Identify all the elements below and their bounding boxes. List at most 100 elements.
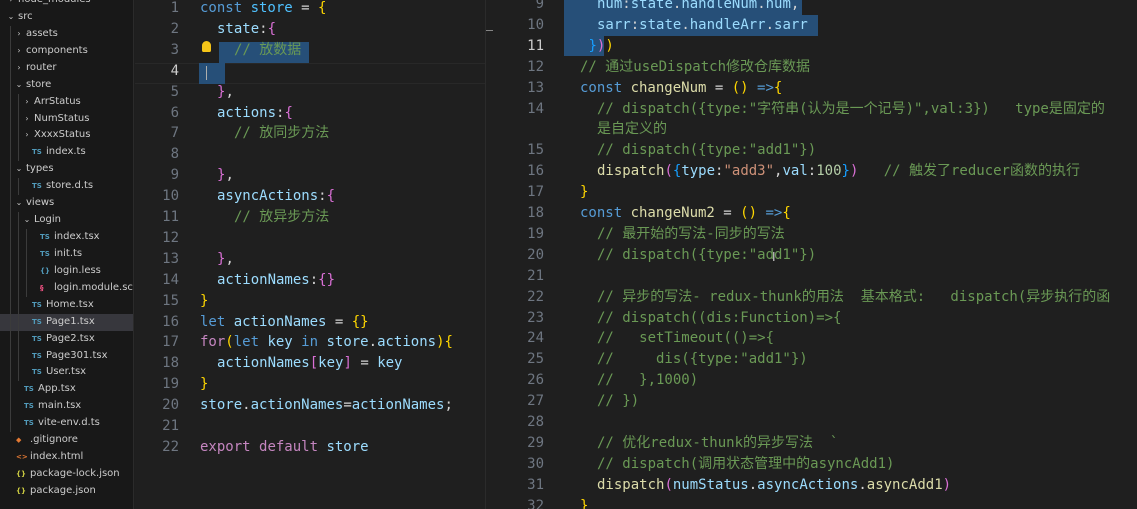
code-line[interactable]: 19// 最开始的写法-同步的写法 <box>486 224 1137 245</box>
explorer-folder[interactable]: ⌄types <box>0 161 133 178</box>
code-line[interactable]: 13}, <box>135 249 485 270</box>
code-line[interactable]: 28 <box>486 412 1137 433</box>
explorer-folder[interactable]: ⌄views <box>0 195 133 212</box>
code-line[interactable]: 18const changeNum2 = () =>{ <box>486 203 1137 224</box>
explorer-folder[interactable]: ⌄Login <box>0 212 133 229</box>
chevron-down-icon[interactable]: ⌄ <box>6 9 16 26</box>
code-line[interactable]: 3// 放数据 <box>135 40 485 61</box>
code-line[interactable]: 27// }) <box>486 391 1137 412</box>
code-line[interactable]: 15// dispatch({type:"add1"}) <box>486 140 1137 161</box>
chevron-right-icon[interactable]: › <box>22 94 32 111</box>
code-line[interactable]: 6actions:{ <box>135 103 485 124</box>
code-line[interactable]: 10asyncActions:{ <box>135 186 485 207</box>
line-number: 16 <box>135 312 179 333</box>
line-number: 20 <box>486 245 544 266</box>
code-line[interactable]: 29// 优化redux-thunk的异步写法 ` <box>486 433 1137 454</box>
code-line[interactable]: 13const changeNum = () =>{ <box>486 78 1137 99</box>
explorer-file[interactable]: TSPage1.tsx <box>0 314 133 331</box>
code-line[interactable]: 16let actionNames = {} <box>135 312 485 333</box>
code-line[interactable]: 21 <box>486 266 1137 287</box>
explorer-folder[interactable]: ⌄store <box>0 77 133 94</box>
code-line[interactable]: 32} <box>486 496 1137 509</box>
explorer-file[interactable]: TSHome.tsx <box>0 297 133 314</box>
code-line[interactable]: 14// dispatch({type:"字符串(认为是一个记号)",val:3… <box>486 99 1137 120</box>
code-line[interactable]: 11 })) <box>486 36 1137 57</box>
chevron-down-icon[interactable]: ⌄ <box>14 195 24 212</box>
code-line[interactable]: 8 <box>135 144 485 165</box>
indent-guide <box>18 331 19 348</box>
code-line[interactable]: 18actionNames[key] = key <box>135 353 485 374</box>
code-line[interactable]: 11// 放异步方法 <box>135 207 485 228</box>
explorer-folder[interactable]: ›ArrStatus <box>0 94 133 111</box>
code-line[interactable]: 31dispatch(numStatus.asyncActions.asyncA… <box>486 475 1137 496</box>
explorer-file[interactable]: TSinit.ts <box>0 246 133 263</box>
code-line[interactable]: 20store.actionNames=actionNames; <box>135 395 485 416</box>
code-line[interactable]: 22export default store <box>135 437 485 458</box>
code-line[interactable]: 19} <box>135 374 485 395</box>
explorer-folder[interactable]: ›node_modules <box>0 0 133 9</box>
code-line[interactable]: 7// 放同步方法 <box>135 123 485 144</box>
explorer-file[interactable]: TSindex.ts <box>0 144 133 161</box>
code-line[interactable]: 25// dis({type:"add1"}) <box>486 349 1137 370</box>
explorer-file[interactable]: TSApp.tsx <box>0 381 133 398</box>
code-line[interactable]: 4 <box>135 61 485 82</box>
line-number: 15 <box>135 291 179 312</box>
chevron-down-icon[interactable]: ⌄ <box>14 77 24 94</box>
explorer-folder[interactable]: ›components <box>0 43 133 60</box>
editor-page1[interactable]: I 9num:state.handleNum.num,10sarr:state.… <box>486 0 1137 509</box>
code-line[interactable]: 14actionNames:{} <box>135 270 485 291</box>
explorer-file[interactable]: {}login.less <box>0 263 133 280</box>
ts-file-icon: TS <box>40 246 50 263</box>
explorer-folder[interactable]: ›NumStatus <box>0 111 133 128</box>
explorer-folder[interactable]: ›router <box>0 60 133 77</box>
explorer-file[interactable]: TSvite-env.d.ts <box>0 415 133 432</box>
code-line[interactable]: 20// dispatch({type:"add1"}) <box>486 245 1137 266</box>
code-line[interactable]: 9num:state.handleNum.num, <box>486 0 1137 15</box>
code-line[interactable]: 17} <box>486 182 1137 203</box>
code-line[interactable]: 30// dispatch(调用状态管理中的asyncAdd1) <box>486 454 1137 475</box>
explorer-file[interactable]: TSmain.tsx <box>0 398 133 415</box>
explorer-file[interactable]: TSindex.tsx <box>0 229 133 246</box>
chevron-right-icon[interactable]: › <box>6 0 16 9</box>
chevron-right-icon[interactable]: › <box>22 127 32 144</box>
code-line[interactable]: 5}, <box>135 82 485 103</box>
code-line[interactable]: 16dispatch({type:"add3",val:100}) // 触发了… <box>486 161 1137 182</box>
explorer-file[interactable]: <>index.html <box>0 449 133 466</box>
chevron-down-icon[interactable]: ⌄ <box>22 212 32 229</box>
indent-guide <box>26 263 27 280</box>
explorer-file[interactable]: TSPage2.tsx <box>0 331 133 348</box>
explorer-file[interactable]: {}package-lock.json <box>0 466 133 483</box>
code-line[interactable]: 24// setTimeout(()=>{ <box>486 328 1137 349</box>
code-line[interactable]: 2state:{ <box>135 19 485 40</box>
explorer-file[interactable]: {}package.json <box>0 483 133 500</box>
code-line[interactable]: 17for(let key in store.actions){ <box>135 332 485 353</box>
chevron-right-icon[interactable]: › <box>14 43 24 60</box>
explorer-folder[interactable]: ›assets <box>0 26 133 43</box>
explorer-file[interactable]: §login.module.scss <box>0 280 133 297</box>
indent-guide <box>10 415 11 432</box>
code-line[interactable]: 1const store = { <box>135 0 485 19</box>
code-line[interactable]: 22// 异步的写法- redux-thunk的用法 基本格式: dispatc… <box>486 287 1137 308</box>
line-number: 28 <box>486 412 544 433</box>
code-line[interactable]: 10sarr:state.handleArr.sarr <box>486 15 1137 36</box>
code-line[interactable]: 21 <box>135 416 485 437</box>
chevron-down-icon[interactable]: ⌄ <box>14 161 24 178</box>
explorer-file[interactable]: TSPage301.tsx <box>0 348 133 365</box>
code-line[interactable]: 26// },1000) <box>486 370 1137 391</box>
explorer-folder[interactable]: ›XxxxStatus <box>0 127 133 144</box>
code-line[interactable]: 23// dispatch((dis:Function)=>{ <box>486 308 1137 329</box>
explorer-file[interactable]: TSUser.tsx <box>0 364 133 381</box>
explorer-file[interactable]: TSstore.d.ts <box>0 178 133 195</box>
indent-guide <box>18 280 19 297</box>
code-line[interactable]: 9}, <box>135 165 485 186</box>
code-line[interactable]: 12 <box>135 228 485 249</box>
chevron-right-icon[interactable]: › <box>14 26 24 43</box>
code-line[interactable]: 15} <box>135 291 485 312</box>
chevron-right-icon[interactable]: › <box>14 60 24 77</box>
code-line[interactable]: 12// 通过useDispatch修改仓库数据 <box>486 57 1137 78</box>
explorer-folder[interactable]: ⌄src <box>0 9 133 26</box>
explorer-file[interactable]: ◆.gitignore <box>0 432 133 449</box>
code-line[interactable]: 是自定义的 <box>486 119 1137 140</box>
chevron-right-icon[interactable]: › <box>22 111 32 128</box>
editor-store-index[interactable]: 1const store = {2state:{3// 放数据45},6acti… <box>135 0 485 509</box>
